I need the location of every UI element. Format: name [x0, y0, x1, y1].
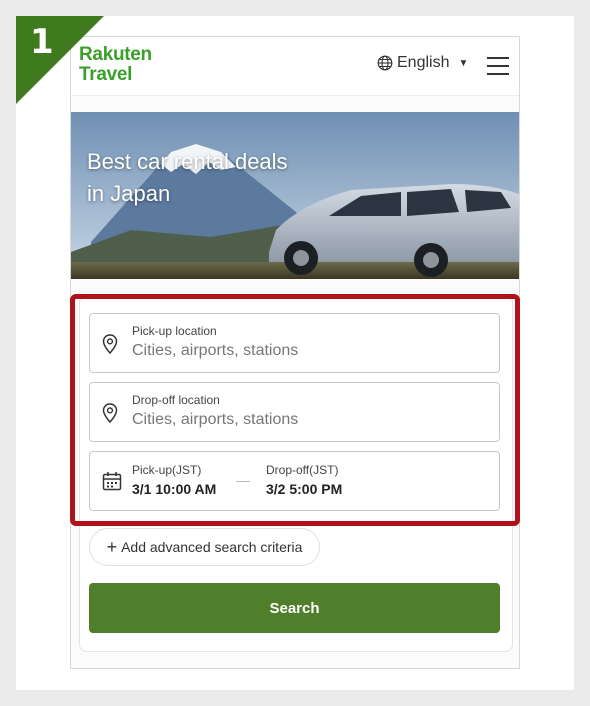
- site-header: Rakuten Travel English ▼: [71, 37, 519, 96]
- hero-title-line-1: Best car rental deals: [87, 149, 288, 174]
- dropoff-datetime-value[interactable]: 3/2 5:00 PM: [266, 481, 342, 497]
- pickup-location-field[interactable]: Pick-up location Cities, airports, stati…: [89, 313, 500, 373]
- pickup-datetime-label: Pick-up(JST): [132, 463, 202, 477]
- search-button[interactable]: Search: [89, 583, 500, 633]
- hero-title-line-2: in Japan: [87, 181, 171, 206]
- step-number: 1: [30, 22, 54, 62]
- pickup-location-placeholder: Cities, airports, stations: [132, 342, 299, 359]
- location-pin-icon: [102, 334, 118, 354]
- date-separator: [236, 481, 250, 482]
- plus-icon: +: [106, 537, 118, 557]
- language-label: English: [397, 54, 450, 71]
- caret-down-icon: ▼: [458, 57, 469, 69]
- hamburger-menu-icon[interactable]: [487, 57, 509, 75]
- dropoff-location-placeholder: Cities, airports, stations: [132, 411, 299, 428]
- location-pin-icon: [102, 403, 118, 423]
- globe-icon: [377, 55, 393, 71]
- dropoff-location-field[interactable]: Drop-off location Cities, airports, stat…: [89, 382, 500, 442]
- hero-title: Best car rental deals in Japan: [87, 146, 347, 210]
- hero-banner: Best car rental deals in Japan: [71, 112, 519, 279]
- calendar-icon: [102, 472, 122, 491]
- add-advanced-criteria-label: Add advanced search criteria: [121, 539, 303, 555]
- language-selector[interactable]: English ▼: [377, 54, 468, 72]
- dropoff-location-label: Drop-off location: [132, 393, 220, 407]
- pickup-datetime-value[interactable]: 3/1 10:00 AM: [132, 481, 216, 497]
- add-advanced-criteria-button[interactable]: + Add advanced search criteria: [89, 528, 320, 566]
- dropoff-datetime-label: Drop-off(JST): [266, 463, 339, 477]
- rental-dates-field[interactable]: Pick-up(JST) 3/1 10:00 AM Drop-off(JST) …: [89, 451, 500, 511]
- pickup-location-label: Pick-up location: [132, 324, 217, 338]
